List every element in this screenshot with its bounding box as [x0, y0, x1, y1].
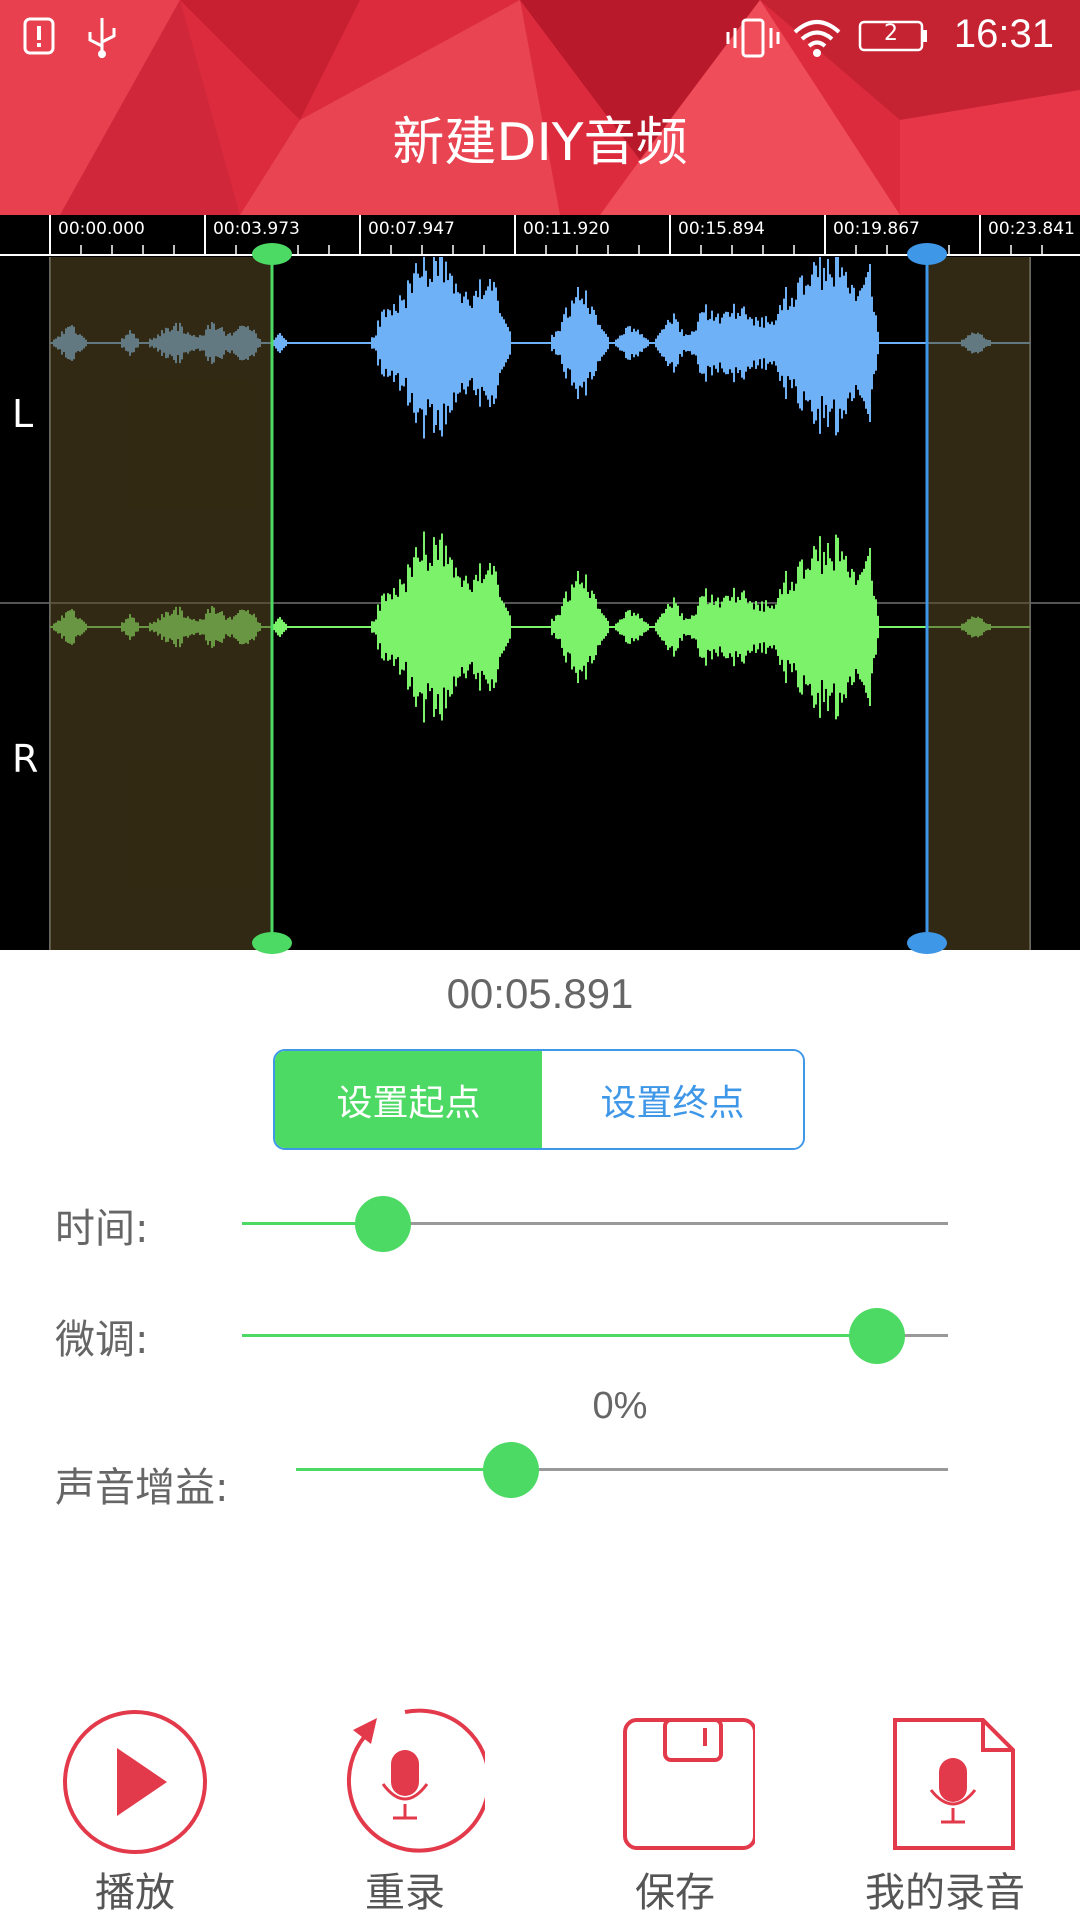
gain-slider-track: [511, 1468, 948, 1471]
trim-overlay-start: [50, 257, 272, 950]
battery-icon: 2: [858, 20, 928, 58]
trim-overlay-end: [927, 257, 1030, 950]
fine-tune-slider[interactable]: [242, 1308, 948, 1364]
time-slider[interactable]: [242, 1196, 948, 1252]
rerecord-button[interactable]: 重录: [305, 1700, 505, 1920]
save-icon: [623, 1718, 755, 1850]
audio-file-icon: [893, 1718, 1015, 1850]
channel-label-right: R: [12, 737, 39, 781]
fine-tune-slider-filled: [242, 1334, 877, 1337]
set-end-button[interactable]: 设置终点: [542, 1051, 803, 1148]
my-recordings-button[interactable]: 我的录音: [845, 1700, 1045, 1920]
status-bar: 2 16:31: [0, 0, 1080, 75]
vibrate-icon: [725, 16, 781, 64]
ruler-label: 00:07.947: [368, 219, 455, 239]
gain-percent: 0%: [592, 1385, 648, 1427]
waveform-editor[interactable]: L R: [0, 257, 1080, 950]
page-title: 新建DIY音频: [392, 113, 688, 173]
waveform-canvas[interactable]: [0, 257, 1080, 950]
status-time: 16:31: [953, 12, 1054, 56]
my-recordings-label: 我的录音: [865, 1870, 1025, 1916]
ruler-label: 00:23.841: [988, 219, 1075, 239]
ruler-label: 00:03.973: [213, 219, 300, 239]
ruler-label: 00:00.000: [58, 219, 145, 239]
time-slider-track: [383, 1222, 948, 1225]
gain-slider-thumb[interactable]: [483, 1442, 539, 1498]
battery-text: 2: [884, 21, 898, 46]
rerecord-icon: [346, 1708, 485, 1853]
save-button[interactable]: 保存: [575, 1700, 775, 1920]
fine-tune-slider-thumb[interactable]: [849, 1308, 905, 1364]
wifi-icon: [792, 16, 842, 64]
current-time: 00:05.891: [446, 970, 634, 1017]
play-label: 播放: [95, 1870, 175, 1916]
ruler-label: 00:11.920: [523, 219, 610, 239]
timeline-ruler: 00:00.000 00:03.973 00:07.947 00:11.920 …: [0, 215, 1080, 257]
time-label: 时间:: [55, 1206, 149, 1252]
gain-slider-filled: [296, 1468, 511, 1471]
ruler-label: 00:15.894: [678, 219, 765, 239]
alert-icon: [22, 16, 56, 60]
ruler-label: 00:19.867: [833, 219, 920, 239]
play-button[interactable]: 播放: [35, 1700, 235, 1920]
play-icon: [63, 1710, 207, 1854]
set-start-button[interactable]: 设置起点: [275, 1051, 542, 1148]
gain-label: 声音增益:: [55, 1465, 229, 1511]
gain-slider[interactable]: [296, 1442, 948, 1498]
rerecord-label: 重录: [365, 1870, 445, 1916]
channel-label-left: L: [12, 392, 34, 436]
fine-tune-label: 微调:: [55, 1317, 149, 1363]
usb-icon: [82, 16, 122, 64]
time-slider-thumb[interactable]: [355, 1196, 411, 1252]
marker-segmented-control: 设置起点 设置终点: [273, 1049, 805, 1150]
save-label: 保存: [635, 1870, 715, 1916]
app-header: 2 16:31 新建DIY音频: [0, 0, 1080, 215]
